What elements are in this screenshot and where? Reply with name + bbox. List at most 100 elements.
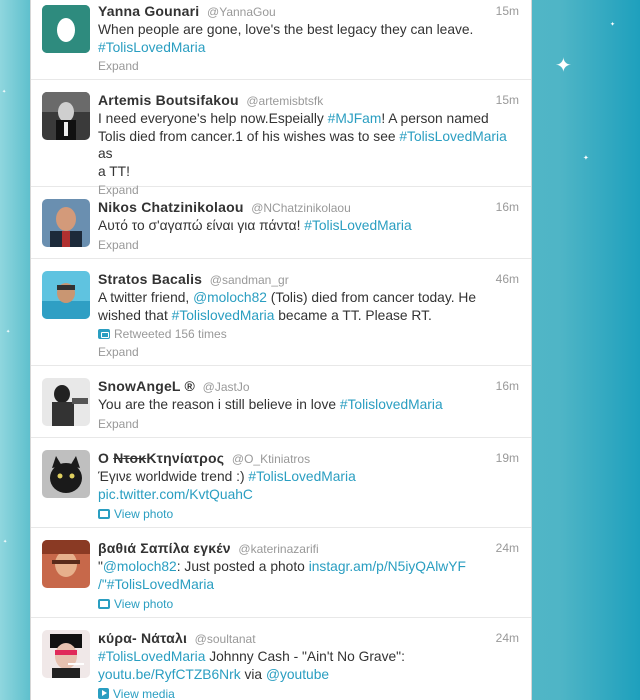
tweet-fullname[interactable]: Artemis Boutsifakou (98, 92, 239, 108)
tweet-screen-name[interactable]: @katerinazarifi (238, 542, 318, 556)
tweet-timestamp[interactable]: 19m (496, 449, 519, 467)
avatar-image (42, 540, 90, 588)
hashtag-link[interactable]: #MJFam (328, 111, 382, 126)
hashtag-link[interactable]: #TolislovedMaria (340, 397, 443, 412)
tweet-fullname[interactable]: SnowAngeL ® (98, 378, 195, 394)
expand-link[interactable]: Expand (98, 58, 519, 74)
sparkle-decoration: ✦ (583, 154, 589, 162)
avatar-image (42, 92, 90, 140)
view-photo-button[interactable]: View photo (98, 506, 519, 522)
tweet-fullname[interactable]: βαθιά Σαπίλα εγκέν (98, 540, 231, 556)
tweet-timestamp[interactable]: 46m (496, 270, 519, 288)
tweet-text-part: Αυτό το σ'αγαπώ είναι για πάντα! (98, 218, 305, 233)
retweet-count: Retweeted 156 times (98, 326, 519, 342)
avatar[interactable] (42, 5, 90, 53)
fullname-strike-part: Ντοκ (113, 450, 147, 466)
tweet-header: Ο ΝτοκΚτηνίατρος @O_Ktiniatros 19m (98, 449, 519, 468)
hashtag-link[interactable]: #TolisLovedMaria (304, 218, 411, 233)
tweet-text: Αυτό το σ'αγαπώ είναι για πάντα! #TolisL… (98, 217, 519, 235)
tweet-screen-name[interactable]: @soultanat (195, 632, 256, 646)
hashtag-link[interactable]: #TolisLovedMaria (98, 649, 205, 664)
tweet-screen-name[interactable]: @O_Ktiniatros (232, 452, 310, 466)
tweet-item[interactable]: Ο ΝτοκΚτηνίατρος @O_Ktiniatros 19m Έγινε… (31, 438, 531, 528)
avatar-image (42, 199, 90, 247)
tweet-text-part: Έγινε worldwide trend :) (98, 469, 249, 484)
avatar[interactable] (42, 271, 90, 319)
view-photo-label: View photo (114, 507, 174, 521)
link-continuation[interactable]: /" (98, 577, 107, 592)
tweet-text-part: : Just posted a photo (176, 559, 309, 574)
tweet-screen-name[interactable]: @artemisbtsfk (246, 94, 323, 108)
tweet-timestamp[interactable]: 24m (496, 629, 519, 647)
sparkle-decoration: ✦ (2, 89, 7, 95)
tweet-text: I need everyone's help now.Espeially #MJ… (98, 110, 519, 180)
mention-link[interactable]: @youtube (266, 667, 329, 682)
tweet-text: A twitter friend, @moloch82 (Tolis) died… (98, 289, 519, 324)
view-media-button[interactable]: View media (98, 686, 519, 700)
hashtag-link[interactable]: #TolisLovedMaria (107, 577, 214, 592)
photo-link[interactable]: pic.twitter.com/KvtQuahC (98, 487, 253, 502)
tweet-text: Έγινε worldwide trend :) #TolisLovedMari… (98, 468, 519, 503)
tweet-header: Yanna Gounari @YannaGou 15m (98, 2, 519, 21)
avatar[interactable] (42, 199, 90, 247)
tweet-timestamp[interactable]: 16m (496, 377, 519, 395)
tweet-screen-name[interactable]: @YannaGou (207, 5, 276, 19)
tweet-timestamp[interactable]: 15m (496, 91, 519, 109)
fullname-part: Ο (98, 450, 114, 466)
retweet-count-text: Retweeted 156 times (114, 327, 227, 341)
avatar[interactable] (42, 540, 90, 588)
tweet-timestamp[interactable]: 24m (496, 539, 519, 557)
view-photo-button[interactable]: View photo (98, 596, 519, 612)
tweet-text-part: via (240, 666, 266, 682)
tweet-text-part: You are the reason i still believe in lo… (98, 397, 340, 412)
tweet-timestamp[interactable]: 15m (496, 2, 519, 20)
avatar[interactable] (42, 450, 90, 498)
tweet-fullname[interactable]: Stratos Bacalis (98, 271, 202, 287)
avatar[interactable] (42, 378, 90, 426)
tweet-item[interactable]: Artemis Boutsifakou @artemisbtsfk 15m I … (31, 80, 531, 197)
avatar[interactable] (42, 92, 90, 140)
expand-link[interactable]: Expand (98, 344, 519, 360)
tweet-text: When people are gone, love's the best le… (98, 21, 519, 56)
hashtag-link[interactable]: #TolisLovedMaria (248, 469, 355, 484)
tweet-fullname[interactable]: Ο ΝτοκΚτηνίατρος (98, 450, 224, 466)
tweet-text-part: A twitter friend, (98, 290, 194, 305)
hashtag-link[interactable]: #TolisLovedMaria (98, 40, 205, 55)
tweet-screen-name[interactable]: @sandman_gr (210, 273, 289, 287)
youtube-link[interactable]: youtu.be/RyfCTZB6Nrk (98, 667, 241, 682)
tweet-item[interactable]: Yanna Gounari @YannaGou 15m When people … (31, 0, 531, 80)
avatar-image (42, 630, 90, 678)
tweet-screen-name[interactable]: @JastJo (203, 380, 250, 394)
tweet-item[interactable]: Nikos Chatzinikolaou @NChatzinikolaou 16… (31, 187, 531, 259)
tweet-timestamp[interactable]: 16m (496, 198, 519, 216)
tweet-item[interactable]: Stratos Bacalis @sandman_gr 46m A twitte… (31, 259, 531, 366)
mention-link[interactable]: @moloch82 (193, 290, 267, 305)
instagram-link[interactable]: instagr.am/p/N5iyQAlwYF (309, 559, 466, 574)
tweet-fullname[interactable]: Nikos Chatzinikolaou (98, 199, 244, 215)
tweet-text-part: as (98, 146, 113, 161)
tweet-header: βαθιά Σαπίλα εγκέν @katerinazarifi 24m (98, 539, 519, 558)
hashtag-link[interactable]: #TolisLovedMaria (399, 129, 506, 144)
tweet-screen-name[interactable]: @NChatzinikolaou (251, 201, 351, 215)
tweet-text-part: a TT! (98, 163, 130, 179)
tweet-item[interactable]: κύρα- Νάταλι @soultanat 24m #TolisLovedM… (31, 618, 531, 700)
expand-link[interactable]: Expand (98, 416, 519, 432)
view-media-label: View media (113, 687, 175, 700)
avatar-image (42, 378, 90, 426)
tweet-fullname[interactable]: Yanna Gounari (98, 3, 199, 19)
tweet-fullname[interactable]: κύρα- Νάταλι (98, 630, 187, 646)
tweet-stream: Yanna Gounari @YannaGou 15m When people … (30, 0, 532, 700)
tweet-item[interactable]: SnowAngeL ® @JastJo 16m You are the reas… (31, 366, 531, 438)
sparkle-decoration: ✦ (6, 329, 11, 335)
default-egg-avatar-icon (42, 5, 90, 53)
tweet-text-part: (Tolis) died from cancer today. He (266, 290, 477, 305)
tweet-item[interactable]: βαθιά Σαπίλα εγκέν @katerinazarifi 24m "… (31, 528, 531, 618)
tweet-header: Artemis Boutsifakou @artemisbtsfk 15m (98, 91, 519, 110)
hashtag-link[interactable]: #TolislovedMaria (172, 308, 275, 323)
sparkle-decoration: ✦ (610, 21, 616, 28)
avatar[interactable] (42, 630, 90, 678)
mention-link[interactable]: @moloch82 (103, 559, 177, 574)
tweet-text-part: Tolis died from cancer.1 of his wishes w… (98, 128, 400, 144)
expand-link[interactable]: Expand (98, 237, 519, 253)
tweet-header: Stratos Bacalis @sandman_gr 46m (98, 270, 519, 289)
